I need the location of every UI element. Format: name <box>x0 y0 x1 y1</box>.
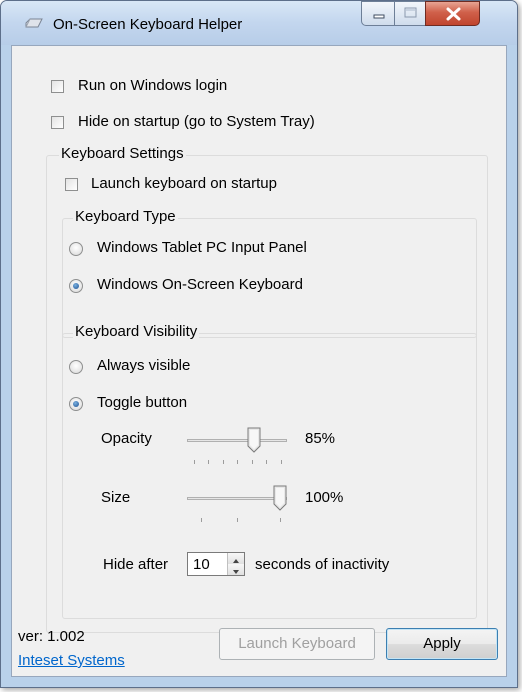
opacity-label: Opacity <box>101 430 152 447</box>
keyboard-pen-icon <box>25 18 43 28</box>
radio-toggle-button-label[interactable]: Toggle button <box>97 394 187 411</box>
launch-on-startup-checkbox[interactable] <box>65 178 78 191</box>
size-value: 100% <box>305 489 344 506</box>
size-tick <box>280 518 281 522</box>
size-tick <box>201 518 202 522</box>
hide-on-startup-label[interactable]: Hide on startup (go to System Tray) <box>78 113 315 130</box>
radio-toggle-button[interactable] <box>69 397 83 411</box>
opacity-tick <box>208 460 209 464</box>
run-on-login-checkbox[interactable] <box>51 80 64 93</box>
keyboard-settings-group: Keyboard Settings Launch keyboard on sta… <box>46 145 488 633</box>
keyboard-type-group: Keyboard Type Windows Tablet PC Input Pa… <box>62 208 477 338</box>
maximize-button[interactable] <box>394 1 426 26</box>
keyboard-visibility-group: Keyboard Visibility Always visible Toggl… <box>62 323 477 619</box>
radio-always-visible[interactable] <box>69 360 83 374</box>
opacity-tick <box>223 460 224 464</box>
opacity-tick <box>237 460 238 464</box>
hide-after-value[interactable]: 10 <box>193 556 210 573</box>
minimize-icon <box>373 14 385 19</box>
radio-tablet-pc-label[interactable]: Windows Tablet PC Input Panel <box>97 239 307 256</box>
size-slider-thumb[interactable] <box>273 485 287 511</box>
keyboard-type-title: Keyboard Type <box>73 208 178 225</box>
launch-keyboard-button[interactable]: Launch Keyboard <box>219 628 375 660</box>
hide-after-suffix: seconds of inactivity <box>255 556 390 573</box>
minimize-button[interactable] <box>361 1 395 26</box>
hide-on-startup-checkbox[interactable] <box>51 116 64 129</box>
opacity-tick <box>194 460 195 464</box>
apply-button[interactable]: Apply <box>386 628 498 660</box>
hide-after-spinner[interactable]: 10 <box>187 552 245 576</box>
down-arrow-icon <box>233 570 239 574</box>
spin-down-button[interactable] <box>228 564 244 575</box>
title-bar[interactable]: On-Screen Keyboard Helper <box>1 1 517 45</box>
maximize-icon <box>404 7 417 18</box>
radio-tablet-pc[interactable] <box>69 242 83 256</box>
client-area: Run on Windows login Hide on startup (go… <box>11 45 507 677</box>
opacity-value: 85% <box>305 430 336 447</box>
opacity-slider-thumb[interactable] <box>247 427 261 453</box>
opacity-tick <box>252 460 253 464</box>
inteset-systems-link[interactable]: Inteset Systems <box>18 652 125 669</box>
keyboard-settings-title: Keyboard Settings <box>59 145 186 162</box>
app-window: On-Screen Keyboard Helper Run on Windows… <box>0 0 518 688</box>
launch-on-startup-label[interactable]: Launch keyboard on startup <box>91 175 277 192</box>
radio-always-visible-label[interactable]: Always visible <box>97 357 190 374</box>
close-icon <box>446 7 461 21</box>
opacity-slider-track[interactable] <box>187 439 287 442</box>
size-tick <box>237 518 238 522</box>
size-label: Size <box>101 489 131 506</box>
opacity-tick <box>266 460 267 464</box>
keyboard-visibility-title: Keyboard Visibility <box>73 323 200 340</box>
hide-after-prefix: Hide after <box>103 556 169 573</box>
run-on-login-label[interactable]: Run on Windows login <box>78 77 227 94</box>
radio-onscreen-keyboard[interactable] <box>69 279 83 293</box>
radio-onscreen-keyboard-label[interactable]: Windows On-Screen Keyboard <box>97 276 303 293</box>
window-title: On-Screen Keyboard Helper <box>53 16 243 33</box>
version-label: ver: 1.002 <box>18 628 85 645</box>
size-slider-track[interactable] <box>187 497 287 500</box>
close-button[interactable] <box>425 1 480 26</box>
spinner-buttons <box>227 553 244 575</box>
opacity-tick <box>281 460 282 464</box>
